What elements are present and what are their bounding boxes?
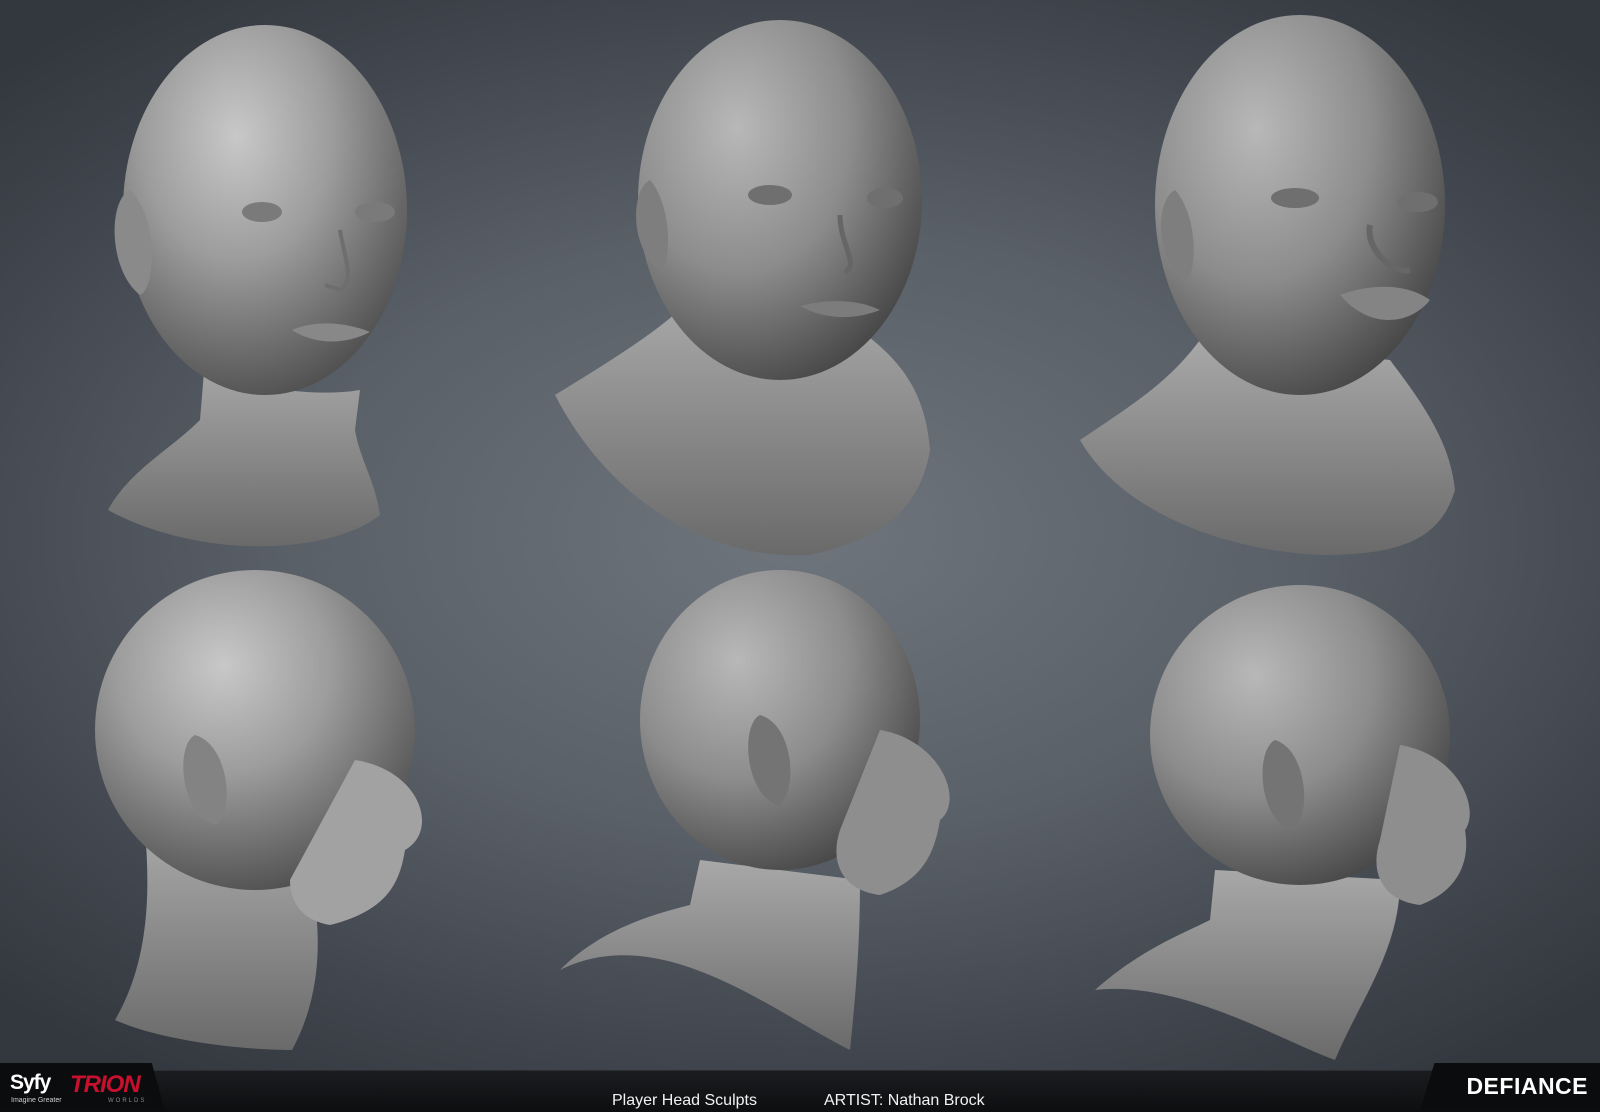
caption-artist: ARTIST: Nathan Brock	[824, 1092, 985, 1109]
sculpt-male-front	[555, 20, 930, 556]
sculpt-sheet	[0, 0, 1600, 1070]
sculpt-render	[95, 15, 1470, 1060]
sculpt-male-side	[560, 570, 950, 1050]
caption-title: Player Head Sculpts	[612, 1092, 757, 1109]
trion-logo-subtext: WORLDS	[108, 1098, 147, 1104]
footer-bar	[0, 1070, 1600, 1112]
defiance-logo: DEFIANCE	[1466, 1073, 1588, 1099]
trion-logo: TRION	[70, 1071, 141, 1098]
syfy-logo: Syfy	[10, 1071, 51, 1094]
sculpt-female-front	[108, 25, 407, 547]
sculpt-heavy-male-side	[1095, 585, 1470, 1060]
sculpt-female-side	[95, 570, 423, 1050]
sculpt-heavy-male-front	[1080, 15, 1455, 555]
syfy-tagline: Imagine Greater	[11, 1097, 62, 1104]
